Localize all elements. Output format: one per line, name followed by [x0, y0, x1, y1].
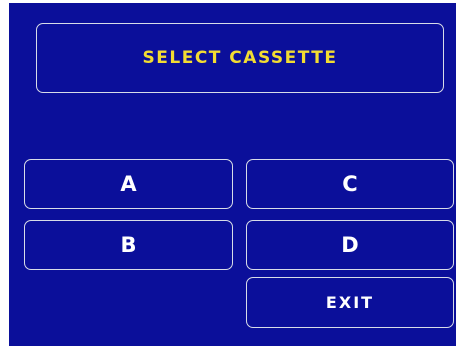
- cassette-a-button[interactable]: A: [24, 159, 233, 209]
- atm-screen: SELECT CASSETTE A C B D EXIT: [9, 3, 456, 346]
- cassette-b-button[interactable]: B: [24, 220, 233, 270]
- title-panel: SELECT CASSETTE: [36, 23, 444, 93]
- exit-button[interactable]: EXIT: [246, 277, 454, 328]
- page-title: SELECT CASSETTE: [142, 48, 338, 68]
- cassette-c-button[interactable]: C: [246, 159, 454, 209]
- cassette-d-button[interactable]: D: [246, 220, 454, 270]
